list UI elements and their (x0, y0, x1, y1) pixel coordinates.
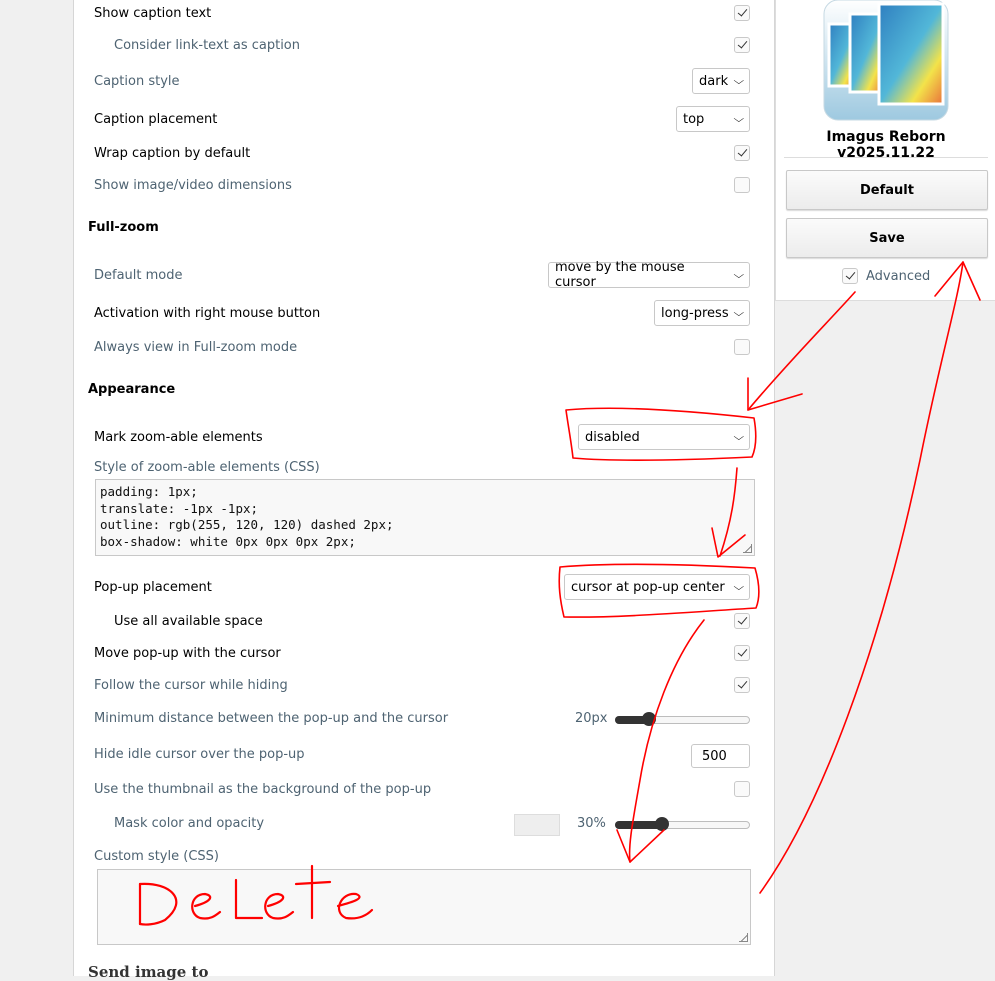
popup-placement-select[interactable]: cursor at pop-up center ⌵ (564, 574, 750, 600)
send-image-section-title: Send image to (88, 963, 209, 981)
mark-zoomable-value: disabled (585, 429, 640, 445)
mask-opacity-slider[interactable] (615, 817, 750, 831)
use-all-space-row: Use all available space (94, 613, 750, 629)
link-text-caption-checkbox[interactable] (734, 37, 750, 53)
caption-placement-value: top (683, 111, 705, 127)
caption-placement-row: Caption placement top ⌵ (94, 106, 750, 132)
chevron-down-icon: ⌵ (733, 307, 745, 319)
move-popup-label: Move pop-up with the cursor (94, 645, 281, 661)
activation-rmb-select[interactable]: long-press ⌵ (654, 300, 750, 326)
default-mode-select[interactable]: move by the mouse cursor ⌵ (548, 260, 750, 290)
caption-style-row: Caption style dark ⌵ (94, 68, 750, 94)
css-line: box-shadow: white 0px 0px 0px 2px; (100, 533, 356, 549)
chevron-down-icon: ⌵ (733, 269, 745, 281)
always-fullzoom-checkbox[interactable] (734, 339, 750, 355)
always-fullzoom-label: Always view in Full-zoom mode (94, 339, 298, 355)
activation-rmb-row: Activation with right mouse button long-… (94, 300, 750, 326)
custom-css-row: Custom style (CSS) (94, 849, 750, 864)
hide-idle-label: Hide idle cursor over the pop-up (94, 747, 305, 762)
css-line: padding: 1px; (100, 484, 198, 499)
chevron-down-icon: ⌵ (733, 113, 745, 125)
activation-rmb-value: long-press (661, 305, 729, 321)
default-mode-row: Default mode move by the mouse cursor ⌵ (94, 260, 750, 290)
mark-zoomable-row: Mark zoom-able elements disabled ⌵ (94, 424, 750, 450)
show-caption-checkbox[interactable] (734, 5, 750, 21)
wrap-caption-label: Wrap caption by default (94, 145, 251, 161)
caption-placement-label: Caption placement (94, 111, 218, 127)
default-mode-value: move by the mouse cursor (555, 260, 685, 290)
link-text-caption-row: Consider link-text as caption (94, 37, 750, 53)
popup-placement-value: cursor at pop-up center (571, 579, 725, 595)
hide-idle-input[interactable]: 500 (691, 744, 750, 768)
chevron-down-icon: ⌵ (733, 581, 745, 593)
resize-grip-icon[interactable] (739, 933, 748, 942)
default-button[interactable]: Default (786, 170, 988, 210)
caption-placement-select[interactable]: top ⌵ (676, 106, 750, 132)
save-button[interactable]: Save (786, 218, 988, 258)
wrap-caption-checkbox[interactable] (734, 145, 750, 161)
min-distance-value: 20px (575, 711, 608, 726)
show-caption-label: Show caption text (94, 5, 212, 21)
popup-placement-row: Pop-up placement cursor at pop-up center… (94, 574, 750, 600)
advanced-label: Advanced (866, 268, 931, 284)
appearance-section-title: Appearance (88, 382, 176, 397)
css-line: outline: rgb(255, 120, 120) dashed 2px; (100, 517, 394, 532)
mask-opacity-value: 30% (577, 816, 606, 831)
divider (784, 157, 988, 158)
caption-style-value: dark (699, 73, 729, 89)
follow-cursor-checkbox[interactable] (734, 677, 750, 693)
zoomable-css-textarea[interactable]: padding: 1px; translate: -1px -1px; outl… (95, 479, 755, 556)
custom-css-textarea[interactable] (97, 869, 751, 945)
min-distance-slider[interactable] (615, 712, 750, 726)
wrap-caption-row: Wrap caption by default (94, 145, 750, 161)
caption-style-label: Caption style (94, 73, 180, 89)
show-dimensions-row: Show image/video dimensions (94, 177, 750, 193)
zoomable-css-row: Style of zoom-able elements (CSS) (94, 460, 750, 475)
settings-panel: Show caption text Consider link-text as … (73, 0, 775, 981)
mark-zoomable-label: Mark zoom-able elements (94, 429, 263, 445)
fullzoom-section-title: Full-zoom (88, 220, 159, 235)
chevron-down-icon: ⌵ (733, 75, 745, 87)
move-popup-checkbox[interactable] (734, 645, 750, 661)
hide-idle-value: 500 (702, 748, 727, 764)
advanced-toggle[interactable]: Advanced (842, 268, 930, 284)
zoomable-css-label: Style of zoom-able elements (CSS) (94, 460, 320, 475)
css-line: translate: -1px -1px; (100, 500, 259, 516)
use-all-space-label: Use all available space (114, 613, 263, 629)
follow-cursor-row: Follow the cursor while hiding (94, 677, 750, 693)
hide-idle-row: Hide idle cursor over the pop-up (94, 747, 750, 762)
chevron-down-icon: ⌵ (733, 431, 745, 443)
link-text-caption-label: Consider link-text as caption (114, 37, 300, 53)
thumb-background-row: Use the thumbnail as the background of t… (94, 781, 750, 797)
activation-rmb-label: Activation with right mouse button (94, 305, 321, 321)
thumb-background-label: Use the thumbnail as the background of t… (94, 781, 432, 797)
move-popup-row: Move pop-up with the cursor (94, 645, 750, 661)
resize-grip-icon[interactable] (743, 544, 752, 553)
imagus-logo-icon (823, 0, 949, 121)
custom-css-label: Custom style (CSS) (94, 849, 219, 864)
show-dimensions-checkbox[interactable] (734, 177, 750, 193)
sidebar: Imagus Reborn v2025.11.22 Default Save A… (775, 0, 995, 301)
advanced-checkbox[interactable] (842, 268, 858, 284)
mask-color-swatch[interactable] (514, 814, 560, 836)
show-caption-row: Show caption text (94, 5, 750, 21)
always-fullzoom-row: Always view in Full-zoom mode (94, 339, 750, 355)
default-mode-label: Default mode (94, 267, 183, 283)
follow-cursor-label: Follow the cursor while hiding (94, 677, 288, 693)
slider-thumb[interactable] (641, 712, 656, 726)
caption-style-select[interactable]: dark ⌵ (692, 68, 750, 94)
thumb-background-checkbox[interactable] (734, 781, 750, 797)
use-all-space-checkbox[interactable] (734, 613, 750, 629)
annotation-arrow-stroke (759, 261, 964, 894)
popup-placement-label: Pop-up placement (94, 579, 212, 595)
mark-zoomable-select[interactable]: disabled ⌵ (578, 424, 750, 450)
show-dimensions-label: Show image/video dimensions (94, 177, 292, 193)
